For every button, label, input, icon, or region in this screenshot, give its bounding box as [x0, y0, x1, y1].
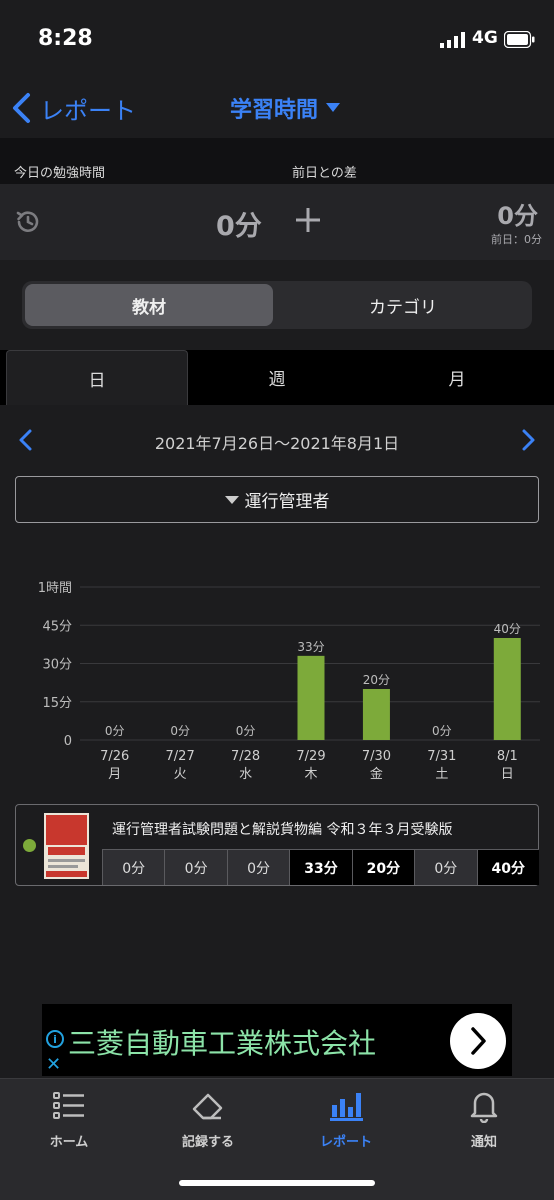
material-filter-label: 運行管理者 — [244, 492, 330, 512]
today-summary: 0分 0分 前日：0分 — [0, 184, 554, 260]
ad-text: 三菱自動車工業株式会社 — [68, 1027, 377, 1060]
data-label: 0分 — [170, 724, 190, 738]
plus-icon[interactable] — [292, 204, 324, 236]
tab-record-label: 記録する — [181, 1135, 234, 1150]
diff-value: 0分 — [497, 202, 538, 230]
x-tick-weekday: 月 — [108, 767, 121, 782]
daily-value-cell: 0分 — [102, 850, 165, 885]
x-tick-weekday: 火 — [174, 767, 187, 782]
close-icon[interactable]: ✕ — [46, 1054, 61, 1075]
material-filter-dropdown[interactable]: 運行管理者 — [15, 476, 539, 523]
tab-report-label: レポート — [319, 1135, 372, 1150]
material-daily-values: 0分 0分 0分 33分 20分 0分 40分 — [102, 849, 539, 885]
x-tick-weekday: 水 — [239, 767, 252, 782]
back-label: レポート — [40, 96, 136, 125]
bar — [362, 689, 390, 740]
bar — [493, 638, 521, 740]
segment-category[interactable]: カテゴリ — [279, 284, 527, 326]
tab-home-label: ホーム — [49, 1135, 89, 1150]
segmented-control: 教材 カテゴリ — [22, 281, 532, 329]
x-tick-label: 7/30 — [362, 749, 391, 764]
date-range-label: 2021年7月26日〜2021年8月1日 — [154, 434, 400, 453]
y-tick-label: 1時間 — [38, 581, 72, 596]
x-tick-label: 8/1 — [497, 749, 518, 764]
daily-value-cell: 40分 — [476, 850, 539, 885]
data-label: 33分 — [297, 640, 324, 654]
daily-value-cell: 0分 — [414, 850, 477, 885]
status-time: 8:28 — [38, 26, 93, 51]
y-tick-label: 0 — [64, 734, 72, 749]
x-tick-label: 7/31 — [427, 749, 456, 764]
x-tick-weekday: 木 — [304, 767, 317, 782]
page-title: 学習時間 — [230, 98, 319, 123]
daily-value-cell: 33分 — [289, 850, 352, 885]
tab-home[interactable]: ホーム — [19, 1087, 119, 1150]
material-color-dot — [23, 839, 36, 852]
study-time-chart: 0 15分 30分 45分 1時間 0分 7/26 月 0分 7/27 火 0分 7/28 水 33分 7/2… — [38, 581, 540, 782]
daily-value-cell: 20分 — [351, 850, 415, 885]
daily-value-cell: 0分 — [164, 850, 227, 885]
x-tick-weekday: 土 — [435, 767, 448, 782]
tab-notification-label: 通知 — [470, 1135, 497, 1150]
x-tick-label: 7/26 — [100, 749, 129, 764]
bar — [297, 655, 325, 740]
previous-day-value: 前日：0分 — [491, 233, 542, 246]
data-label: 40分 — [494, 622, 521, 636]
y-tick-label: 15分 — [42, 696, 72, 711]
ad-banner[interactable]: i ✕ 三菱自動車工業株式会社 — [42, 1004, 512, 1076]
tab-week[interactable]: 週 — [186, 350, 368, 405]
material-name: 運行管理者試験問題と解説貨物編 令和３年３月受験版 — [112, 822, 453, 838]
y-tick-label: 30分 — [42, 658, 72, 673]
chevron-right-icon — [471, 1027, 486, 1055]
next-week-button[interactable] — [518, 428, 538, 452]
y-tick-label: 45分 — [42, 619, 72, 634]
chevron-left-icon — [13, 93, 30, 123]
back-button[interactable]: レポート — [10, 90, 136, 126]
caret-down-icon — [224, 495, 239, 504]
book-cover-image — [44, 813, 89, 879]
today-header: 今日の勉強時間 前日との差 — [0, 138, 554, 184]
previous-week-button[interactable] — [16, 428, 36, 452]
today-study-label: 今日の勉強時間 — [14, 166, 106, 181]
battery-icon — [504, 31, 535, 48]
period-tabs: 日 週 月 — [0, 350, 554, 405]
x-tick-label: 7/29 — [296, 749, 325, 764]
tab-record[interactable]: 記録する — [158, 1087, 258, 1150]
x-tick-weekday: 日 — [501, 767, 514, 782]
eraser-icon — [192, 1093, 223, 1120]
segment-material[interactable]: 教材 — [25, 284, 273, 326]
data-label: 20分 — [363, 673, 390, 687]
network-type: 4G — [472, 28, 498, 48]
x-tick-weekday: 金 — [370, 766, 383, 782]
tab-day[interactable]: 日 — [6, 350, 188, 405]
data-label: 0分 — [236, 724, 256, 738]
material-row[interactable]: 運行管理者試験問題と解説貨物編 令和３年３月受験版 0分 0分 0分 33分 2… — [15, 804, 539, 886]
tab-report[interactable]: レポート — [296, 1087, 396, 1150]
data-label: 0分 — [105, 724, 125, 738]
tab-month[interactable]: 月 — [366, 350, 548, 405]
ad-open-button[interactable] — [450, 1013, 506, 1069]
caret-down-icon — [326, 103, 341, 112]
signal-icon — [440, 32, 465, 48]
bar-chart-icon — [330, 1093, 363, 1121]
info-icon[interactable]: i — [46, 1030, 64, 1048]
x-tick-label: 7/27 — [166, 749, 195, 764]
clock-history-icon — [16, 211, 39, 232]
x-tick-label: 7/28 — [231, 749, 260, 764]
navigation-bar: レポート 学習時間 — [0, 80, 554, 138]
today-study-value: 0分 — [216, 211, 262, 242]
list-icon — [53, 1092, 84, 1119]
diff-label: 前日との差 — [292, 166, 357, 181]
title-dropdown[interactable]: 学習時間 — [230, 92, 341, 124]
tab-notification[interactable]: 通知 — [434, 1087, 534, 1150]
daily-value-cell: 0分 — [226, 850, 290, 885]
data-label: 0分 — [432, 724, 452, 738]
date-range: 2021年7月26日〜2021年8月1日 — [0, 420, 554, 460]
bell-icon — [470, 1092, 498, 1123]
status-bar: 8:28 4G — [0, 0, 554, 80]
home-indicator — [179, 1180, 375, 1186]
